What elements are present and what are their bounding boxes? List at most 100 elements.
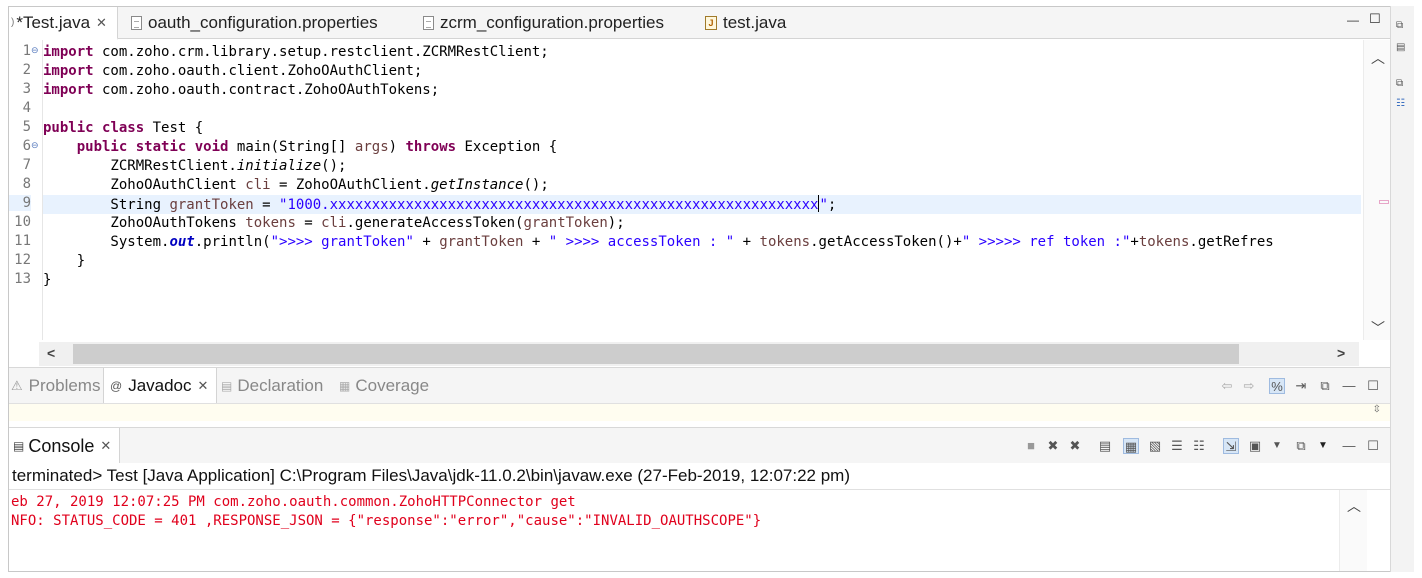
- code-editor[interactable]: 1 ⊖ 2 3 4 5 6 ⊖ 7 8 9 10 11 12 13 import…: [9, 40, 1391, 366]
- fold-toggle-icon[interactable]: ⊖: [31, 140, 39, 151]
- line-number: 8: [22, 176, 31, 192]
- tab-label: Declaration: [237, 376, 324, 395]
- close-icon[interactable]: ✕: [96, 15, 107, 31]
- scroll-lock-icon[interactable]: ▦: [1123, 438, 1139, 454]
- scroll-up-icon[interactable]: ︿: [1347, 496, 1361, 516]
- code-line: }: [43, 272, 52, 288]
- line-number: 4: [22, 100, 31, 116]
- scroll-right-icon[interactable]: >: [1337, 345, 1345, 361]
- line-number: 7: [22, 157, 31, 173]
- scroll-down-icon[interactable]: ﹀: [1371, 318, 1385, 338]
- overview-ruler-marker[interactable]: [1379, 200, 1389, 204]
- scroll-up-icon[interactable]: ︿: [1371, 48, 1385, 68]
- console-vertical-scrollbar[interactable]: ︿: [1339, 490, 1367, 571]
- line-number: 3: [22, 81, 31, 97]
- close-icon[interactable]: ✕: [100, 438, 111, 454]
- code-line: public class Test {: [43, 120, 204, 136]
- back-icon[interactable]: ⇦: [1219, 378, 1235, 394]
- minimize-icon[interactable]: —: [1341, 378, 1357, 394]
- console-tab-bar: ▤ Console ✕ ■ ✖ ✖ ▤ ▦ ▧ ☰ ☷ ⇲ ▣ ▼ ⧉ ▼ — …: [9, 427, 1391, 464]
- console-output[interactable]: eb 27, 2019 12:07:25 PM com.zoho.oauth.c…: [9, 489, 1391, 571]
- maximize-icon[interactable]: ☐: [1369, 11, 1381, 27]
- console-launch-status: terminated> Test [Java Application] C:\P…: [9, 463, 1391, 489]
- display-console-icon[interactable]: ▣: [1247, 438, 1263, 454]
- maximize-icon[interactable]: ☐: [1365, 438, 1381, 454]
- line-number: 12: [14, 252, 31, 268]
- info-panel-tab-bar: ⚠ Problems @ Javadoc ✕ ▤ Declaration ▦ C…: [9, 367, 1391, 404]
- tab-test-java[interactable]: ) *Test.java ✕: [9, 7, 118, 40]
- restore-icon[interactable]: ⧉: [1396, 78, 1408, 90]
- coverage-icon: ▦: [339, 379, 351, 393]
- javadoc-content: ⇳: [9, 403, 1391, 421]
- line-number: 2: [22, 62, 31, 78]
- terminate-icon[interactable]: ■: [1023, 438, 1039, 454]
- tab-test-java-lower[interactable]: J test.java: [705, 7, 786, 39]
- tab-label: test.java: [723, 13, 787, 32]
- remove-launch-icon[interactable]: ✖: [1045, 438, 1061, 454]
- scroll-toggle-icon[interactable]: ⇳: [1373, 404, 1381, 415]
- scrollbar-thumb[interactable]: [73, 344, 1239, 364]
- editor-tab-bar: ) *Test.java ✕ oauth_configuration.prope…: [9, 7, 1391, 40]
- tab-console[interactable]: ▤ Console ✕: [9, 428, 121, 464]
- open-console-icon[interactable]: ⧉: [1293, 438, 1309, 454]
- chevron-down-icon[interactable]: ▼: [1269, 438, 1285, 454]
- code-line-current: String grantToken = "1000.xxxxxxxxxxxxxx…: [43, 195, 1361, 214]
- word-wrap-icon[interactable]: ▧: [1147, 438, 1163, 454]
- code-line: import com.zoho.oauth.client.ZohoOAuthCl…: [43, 63, 423, 79]
- tab-label: Problems: [28, 376, 101, 395]
- close-icon[interactable]: ✕: [198, 378, 209, 394]
- code-line: System.out.println(">>>> grantToken" + g…: [43, 234, 1274, 250]
- code-line: public static void main(String[] args) t…: [76, 139, 558, 155]
- line-number: 13: [14, 271, 31, 287]
- show-on-stderr-icon[interactable]: ☷: [1191, 438, 1207, 454]
- maximize-icon[interactable]: ☐: [1365, 378, 1381, 394]
- console-output-line: NFO: STATUS_CODE = 401 ,RESPONSE_JSON = …: [11, 513, 762, 529]
- java-file-icon: ): [11, 17, 15, 28]
- forward-icon[interactable]: ⇨: [1241, 378, 1257, 394]
- code-line: }: [43, 253, 86, 269]
- minimize-icon[interactable]: —: [1341, 438, 1357, 454]
- editor-vertical-scrollbar[interactable]: ︿ ﹀: [1363, 40, 1391, 340]
- link-with-selection-icon[interactable]: %: [1269, 378, 1285, 394]
- properties-file-icon: [423, 16, 434, 30]
- declaration-icon: ▤: [221, 379, 233, 393]
- line-number-ruler: 1 ⊖ 2 3 4 5 6 ⊖ 7 8 9 10 11 12 13: [9, 40, 43, 340]
- fold-toggle-icon[interactable]: ⊖: [31, 45, 39, 56]
- tab-zcrm-configuration[interactable]: zcrm_configuration.properties: [423, 7, 664, 39]
- tab-coverage[interactable]: ▦ Coverage: [339, 368, 429, 404]
- view-menu-icon[interactable]: ▼: [1315, 438, 1331, 454]
- clear-console-icon[interactable]: ▤: [1097, 438, 1113, 454]
- code-line: ZohoOAuthClient cli = ZohoOAuthClient.ge…: [43, 177, 549, 193]
- minimize-icon[interactable]: —: [1347, 13, 1359, 27]
- outline-view-icon[interactable]: ▤: [1396, 42, 1408, 54]
- line-number: 10: [14, 214, 31, 230]
- pin-console-icon[interactable]: ⇲: [1223, 438, 1239, 454]
- problems-icon: ⚠: [11, 378, 23, 393]
- line-number: 1: [22, 43, 31, 59]
- tab-label: zcrm_configuration.properties: [440, 13, 664, 32]
- show-on-stdout-icon[interactable]: ☰: [1169, 438, 1185, 454]
- console-icon: ▤: [13, 439, 25, 453]
- tab-javadoc[interactable]: @ Javadoc ✕: [103, 368, 218, 404]
- tab-label: oauth_configuration.properties: [148, 13, 378, 32]
- tab-label: Javadoc: [128, 376, 192, 395]
- line-number: 11: [14, 233, 31, 249]
- task-list-icon[interactable]: ☷: [1396, 98, 1408, 110]
- tab-problems[interactable]: ⚠ Problems: [11, 368, 100, 404]
- remove-all-terminated-icon[interactable]: ✖: [1067, 438, 1083, 454]
- restore-icon[interactable]: ⧉: [1396, 20, 1408, 32]
- code-line: ZCRMRestClient.initialize();: [43, 158, 347, 174]
- line-number: 5: [22, 119, 31, 135]
- open-attached-javadoc-icon[interactable]: ⇥: [1293, 378, 1309, 394]
- open-declaration-icon[interactable]: ⧉: [1317, 378, 1333, 394]
- scroll-left-icon[interactable]: <: [47, 345, 55, 361]
- tab-label: Console: [28, 435, 95, 456]
- tab-declaration[interactable]: ▤ Declaration: [221, 368, 323, 404]
- code-text-area[interactable]: import com.zoho.crm.library.setup.restcl…: [43, 40, 1361, 340]
- tab-label: Coverage: [355, 376, 430, 395]
- tab-oauth-configuration[interactable]: oauth_configuration.properties: [131, 7, 378, 39]
- line-number: 6: [22, 138, 31, 154]
- line-number: 9: [9, 195, 31, 211]
- code-line: import com.zoho.oauth.contract.ZohoOAuth…: [43, 82, 440, 98]
- editor-horizontal-scrollbar[interactable]: < >: [39, 342, 1359, 366]
